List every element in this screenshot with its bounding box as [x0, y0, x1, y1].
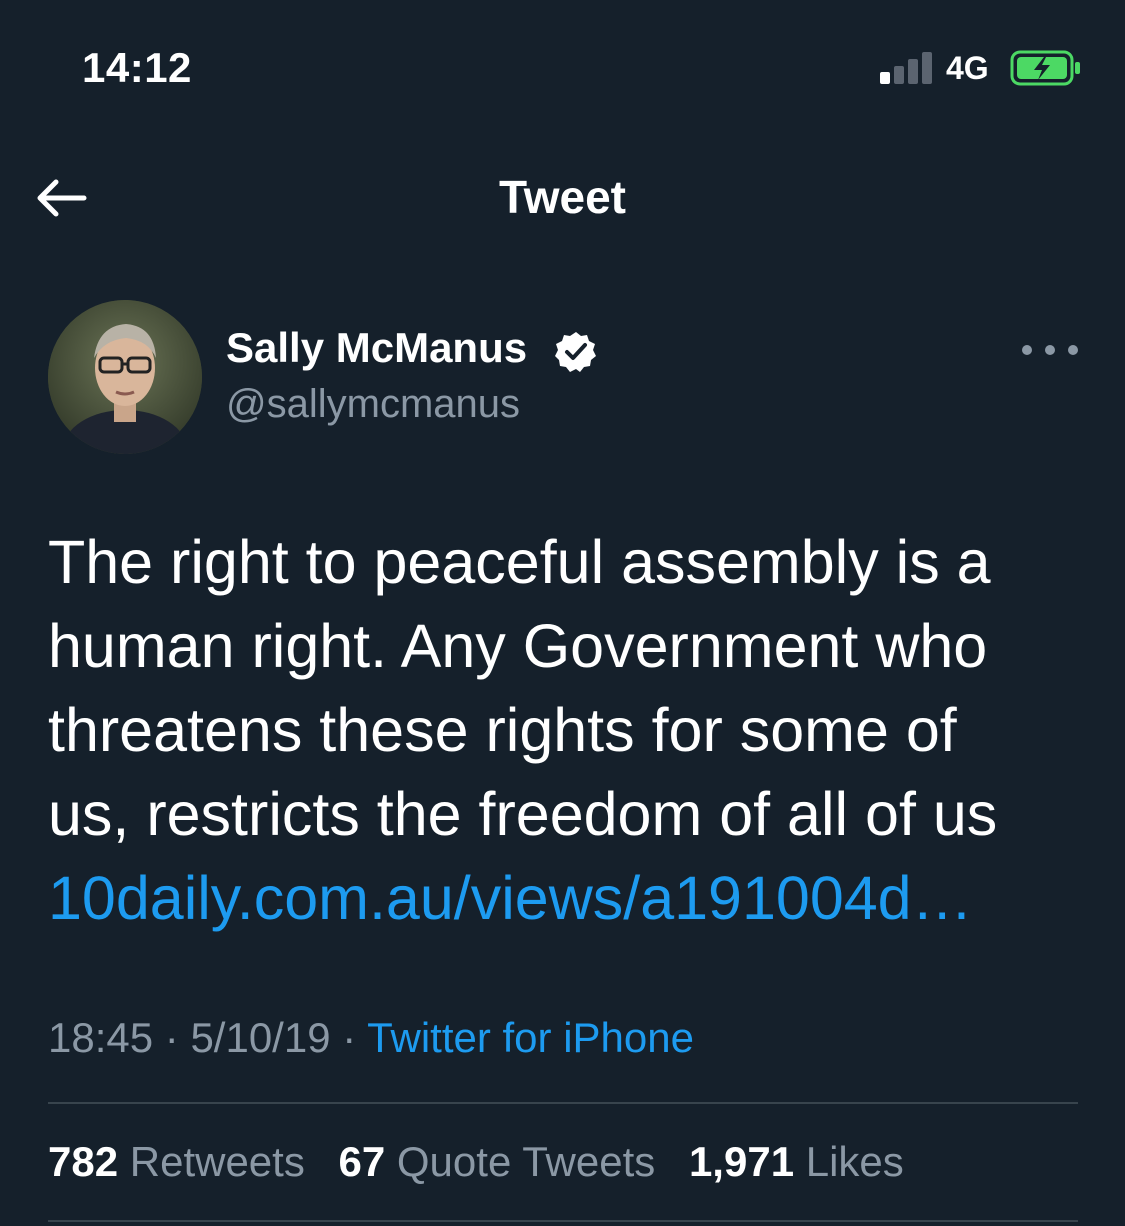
- meta-separator: ·: [330, 1014, 368, 1061]
- avatar[interactable]: [48, 300, 202, 454]
- tweet-meta: 18:45 · 5/10/19 · Twitter for iPhone: [48, 1014, 694, 1062]
- tweet-line: human right. Any Government who: [48, 612, 988, 680]
- retweets-label: Retweets: [129, 1138, 305, 1185]
- tweet-date: 5/10/19: [190, 1014, 331, 1061]
- signal-strength-icon: [880, 50, 936, 84]
- likes-label: Likes: [805, 1138, 904, 1185]
- retweets-count: 782: [48, 1138, 119, 1185]
- tweet-line: The right to peaceful assembly is a: [48, 528, 991, 596]
- tweet-stats: 782 Retweets 67 Quote Tweets 1,971 Likes: [48, 1138, 926, 1186]
- tweet-time: 18:45: [48, 1014, 154, 1061]
- retweets-stat[interactable]: 782 Retweets: [48, 1138, 305, 1186]
- tweet-line: threatens these rights for some of: [48, 696, 957, 764]
- page-title: Tweet: [499, 171, 626, 223]
- tweet-link[interactable]: 10daily.com.au/views/a191004d…: [48, 864, 973, 932]
- tweet-source-link[interactable]: Twitter for iPhone: [367, 1014, 694, 1061]
- quote-tweets-stat[interactable]: 67 Quote Tweets: [339, 1138, 656, 1186]
- battery-charging-icon: [1010, 50, 1082, 86]
- divider: [48, 1220, 1078, 1222]
- meta-separator: ·: [153, 1014, 191, 1061]
- status-time: 14:12: [82, 44, 192, 91]
- tweet-text: The right to peaceful assembly is a huma…: [48, 520, 1088, 940]
- verified-badge-icon: [554, 330, 598, 374]
- more-dots-icon: [1022, 345, 1032, 355]
- quote-tweets-count: 67: [338, 1138, 386, 1185]
- likes-stat[interactable]: 1,971 Likes: [689, 1138, 904, 1186]
- author-handle[interactable]: @sallymcmanus: [226, 382, 520, 427]
- more-options-button[interactable]: [1022, 332, 1078, 368]
- divider: [48, 1102, 1078, 1104]
- likes-count: 1,971: [688, 1138, 795, 1185]
- author-name[interactable]: Sally McManus: [226, 324, 527, 372]
- network-type: 4G: [946, 50, 989, 86]
- tweet-line: us, restricts the freedom of all of us: [48, 780, 998, 848]
- quote-tweets-label: Quote Tweets: [396, 1138, 656, 1185]
